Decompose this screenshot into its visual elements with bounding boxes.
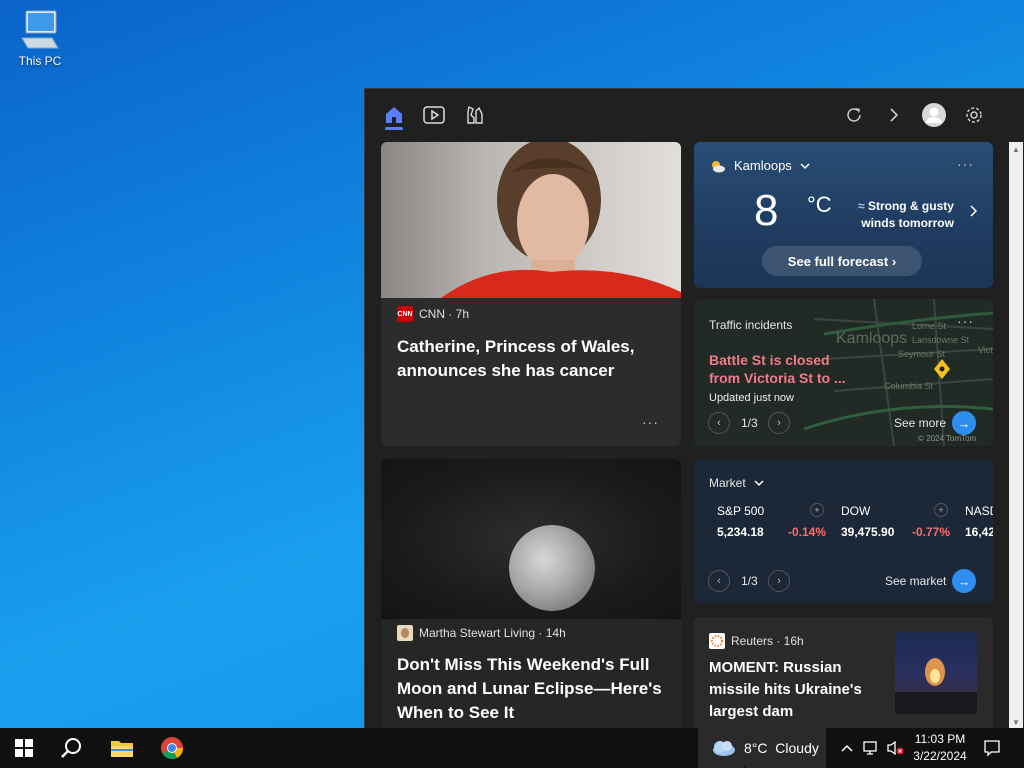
chevron-right-icon[interactable] (970, 204, 978, 222)
scroll-down-arrow-icon[interactable]: ▼ (1009, 715, 1023, 728)
news-source: CNN CNN · 7h (397, 306, 470, 322)
taskbar: 8°C Cloudy 11:03 PM 3/22/2024 (0, 728, 1024, 768)
map-street-label: Lansdowne St (912, 335, 970, 345)
news-headline[interactable]: Catherine, Princess of Wales, announces … (397, 335, 667, 383)
stock-dow[interactable]: DOW 39,475.90 (841, 504, 894, 539)
map-credit: © 2024 TomTom (918, 434, 977, 443)
next-button[interactable]: › (768, 412, 790, 434)
news-card-reuters[interactable]: Reuters · 16h MOMENT: Russian missile hi… (694, 617, 993, 728)
chrome-icon[interactable] (148, 728, 196, 768)
home-icon[interactable] (382, 103, 406, 127)
market-card[interactable]: Market S&P 500 5,234.18 + -0.14% DOW 39,… (694, 459, 993, 603)
desktop-icon-this-pc[interactable]: This PC (12, 8, 68, 68)
partly-cloudy-icon (712, 160, 725, 172)
news-card-martha-stewart[interactable]: Martha Stewart Living · 14h Don't Miss T… (381, 459, 681, 728)
more-options-icon[interactable]: ··· (957, 156, 974, 172)
traffic-incident[interactable]: Battle St is closed from Victoria St to … (709, 351, 846, 387)
more-options-icon[interactable]: ··· (642, 414, 659, 430)
widgets-topbar (365, 89, 1024, 141)
map-city-label: Kamloops (836, 330, 908, 347)
news-photo (381, 142, 681, 298)
volume-muted-icon[interactable] (884, 728, 906, 768)
stock-sp500[interactable]: S&P 500 5,234.18 (717, 504, 764, 539)
see-market-link[interactable]: See market (885, 574, 946, 588)
start-button[interactable] (0, 728, 48, 768)
weather-card[interactable]: Kamloops ··· 8 °C ≈ Strong & gusty winds… (694, 142, 993, 288)
chevron-down-icon (754, 480, 764, 487)
martha-stewart-logo-icon (397, 625, 413, 641)
more-options-icon[interactable]: ··· (957, 313, 974, 329)
scroll-up-arrow-icon[interactable]: ▲ (1009, 142, 1023, 156)
previous-button[interactable]: ‹ (708, 412, 730, 434)
taskbar-clock[interactable]: 11:03 PM 3/22/2024 (906, 731, 974, 765)
stock-nasdaq[interactable]: NASD 16,42 (965, 504, 993, 539)
arrow-right-icon[interactable]: → (952, 411, 976, 435)
taskbar-weather-button[interactable]: 8°C Cloudy (698, 728, 826, 768)
games-icon[interactable] (463, 103, 487, 127)
news-source: Reuters · 16h (709, 633, 804, 649)
video-icon[interactable] (422, 103, 446, 127)
arrow-right-icon[interactable]: → (952, 569, 976, 593)
moon-image (509, 525, 595, 611)
news-card-cnn[interactable]: CNN CNN · 7h Catherine, Princess of Wale… (381, 142, 681, 446)
home-active-indicator (385, 127, 403, 130)
avatar[interactable] (922, 103, 946, 127)
chevron-down-icon (800, 162, 810, 169)
traffic-updated: Updated just now (709, 392, 794, 404)
settings-gear-icon[interactable] (962, 103, 986, 127)
news-source: Martha Stewart Living · 14h (397, 625, 566, 641)
add-watchlist-icon[interactable]: + (810, 503, 824, 517)
reuters-logo-icon (709, 633, 725, 649)
search-icon[interactable] (48, 728, 96, 768)
traffic-card[interactable]: Kamloops Lorne St Lansdowne St Seymour S… (694, 299, 993, 446)
previous-button[interactable]: ‹ (708, 570, 730, 592)
stock-change: -0.77% (912, 525, 951, 539)
news-headline[interactable]: Don't Miss This Weekend's Full Moon and … (397, 653, 677, 725)
desktop-icon-label: This PC (18, 54, 62, 68)
add-watchlist-icon[interactable]: + (934, 503, 948, 517)
file-explorer-icon[interactable] (98, 728, 146, 768)
see-more-link[interactable]: See more (894, 416, 946, 430)
map-street-label: Columbia St (884, 381, 934, 391)
see-full-forecast-button[interactable]: See full forecast › (762, 246, 922, 276)
cloudy-icon (713, 741, 735, 756)
traffic-title: Traffic incidents (709, 318, 793, 332)
weather-location[interactable]: Kamloops (710, 158, 810, 173)
wind-icon: ≈ (858, 199, 865, 213)
computer-icon (18, 8, 62, 52)
map-street-label: Seymour St (898, 349, 946, 359)
show-hidden-icons-chevron-icon[interactable] (838, 728, 856, 768)
traffic-pager: 1/3 (741, 416, 758, 430)
widgets-panel: CNN CNN · 7h Catherine, Princess of Wale… (364, 88, 1024, 728)
refresh-icon[interactable] (842, 103, 866, 127)
map-street-label: Vict (978, 345, 993, 355)
next-button[interactable]: › (768, 570, 790, 592)
widgets-scrollbar[interactable]: ▲ ▼ (1009, 142, 1023, 728)
news-thumbnail (895, 632, 977, 714)
temperature-unit: °C (807, 192, 832, 217)
map-street-label: Lorne St (912, 321, 947, 331)
market-title[interactable]: Market (709, 476, 764, 490)
windows-logo-icon (15, 739, 33, 757)
notifications-icon[interactable] (978, 728, 1006, 768)
weather-alert[interactable]: ≈ Strong & gusty winds tomorrow (858, 198, 954, 232)
cnn-logo-icon: CNN (397, 306, 413, 322)
news-headline[interactable]: MOMENT: Russian missile hits Ukraine's l… (709, 657, 889, 723)
stock-change: -0.14% (788, 525, 827, 539)
market-pager: 1/3 (741, 574, 758, 588)
temperature-value: 8 (754, 186, 779, 235)
mouse-cursor-icon (743, 762, 754, 768)
chevron-right-icon[interactable] (882, 103, 906, 127)
network-icon[interactable] (860, 728, 882, 768)
